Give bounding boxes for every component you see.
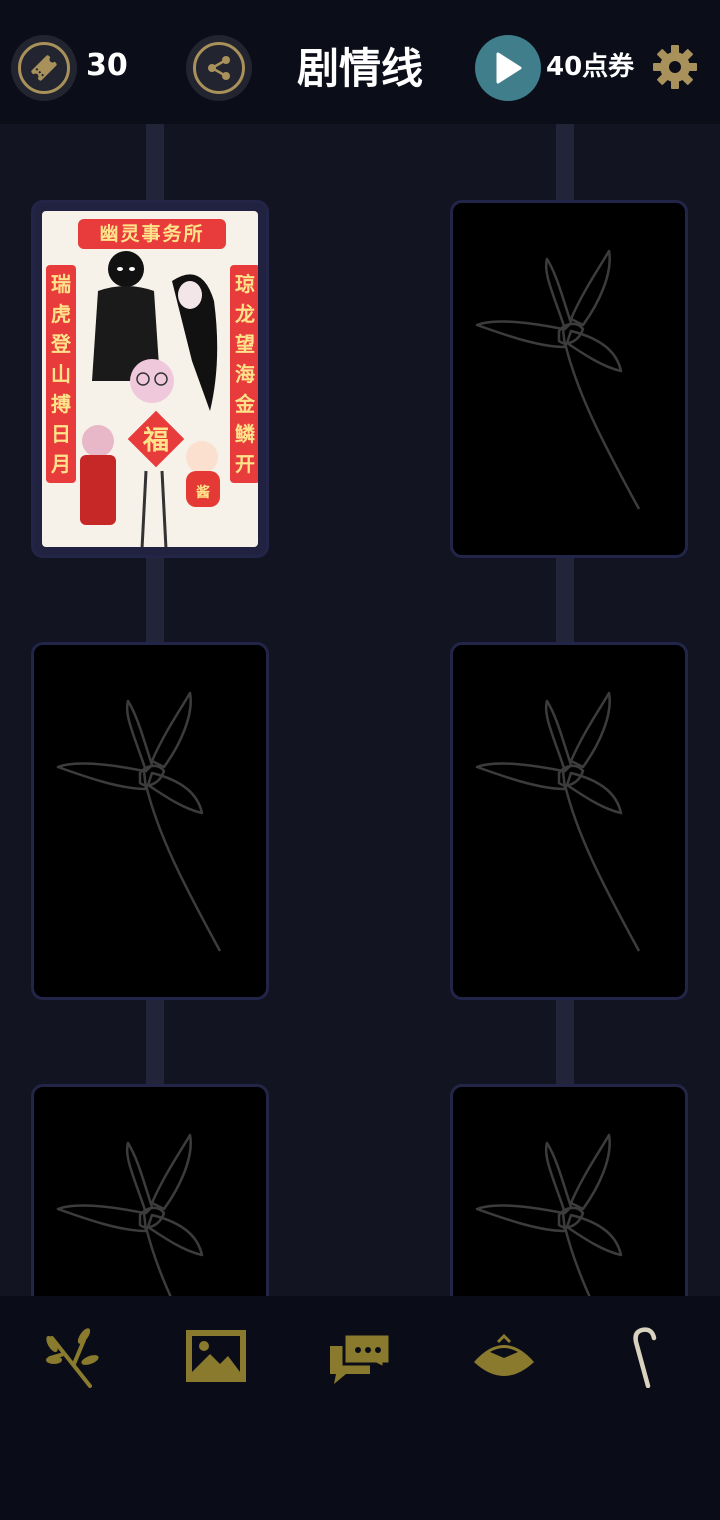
top-bar: 30 剧情线 40点券 — [0, 0, 720, 124]
chat-icon[interactable] — [328, 1324, 392, 1388]
hat-icon[interactable] — [472, 1324, 536, 1388]
flower-icon — [475, 691, 641, 952]
ticket-button[interactable] — [11, 35, 77, 101]
poster-illustration: 福 酱 — [80, 251, 220, 547]
branch-icon[interactable] — [40, 1324, 104, 1388]
ticket-icon — [31, 55, 57, 81]
share-button[interactable] — [186, 35, 252, 101]
story-card-locked[interactable] — [450, 200, 688, 558]
voucher-label: 40点券 — [546, 52, 635, 82]
story-card-unlocked[interactable]: 幽灵事务所 瑞虎登山搏日月 琼龙望海金鳞开 福 酱 — [31, 200, 269, 558]
page-title: 剧情线 — [296, 44, 423, 93]
flower-icon — [475, 249, 641, 510]
story-poster: 幽灵事务所 瑞虎登山搏日月 琼龙望海金鳞开 福 酱 — [42, 211, 258, 547]
story-card-locked[interactable] — [450, 642, 688, 1000]
play-ad-button[interactable] — [475, 35, 541, 101]
flower-icon — [56, 691, 222, 952]
play-icon — [496, 52, 522, 84]
poster-badge-char: 酱 — [196, 484, 210, 501]
gear-icon — [653, 45, 697, 89]
share-icon — [208, 56, 230, 80]
cane-icon[interactable] — [622, 1324, 672, 1388]
poster-center-char: 福 — [142, 426, 169, 456]
image-icon[interactable] — [184, 1324, 248, 1388]
ticket-count: 30 — [86, 48, 128, 83]
story-card-locked[interactable] — [31, 642, 269, 1000]
settings-button[interactable] — [650, 42, 700, 92]
